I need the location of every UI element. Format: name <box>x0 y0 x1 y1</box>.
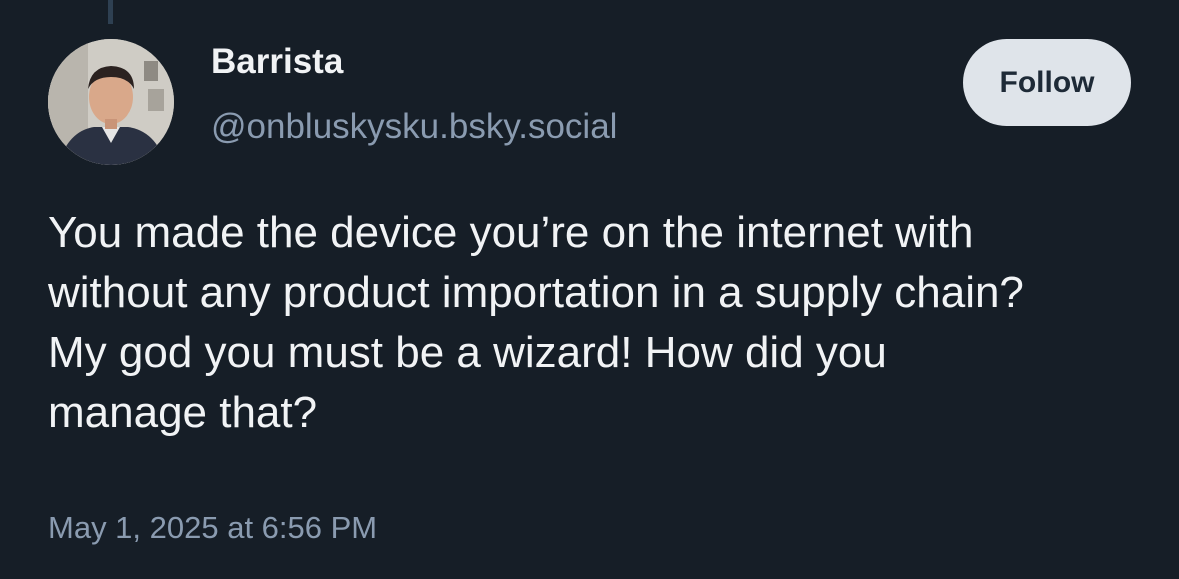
author-display-name[interactable]: Barrista <box>211 42 343 82</box>
avatar[interactable] <box>48 39 174 165</box>
follow-button[interactable]: Follow <box>963 39 1131 126</box>
post-text: You made the device you’re on the intern… <box>48 208 1024 437</box>
avatar-image <box>48 39 174 165</box>
author-handle[interactable]: @onbluskysku.bsky.social <box>211 107 617 147</box>
thread-connector-line <box>108 0 113 24</box>
post-timestamp[interactable]: May 1, 2025 at 6:56 PM <box>48 510 377 546</box>
